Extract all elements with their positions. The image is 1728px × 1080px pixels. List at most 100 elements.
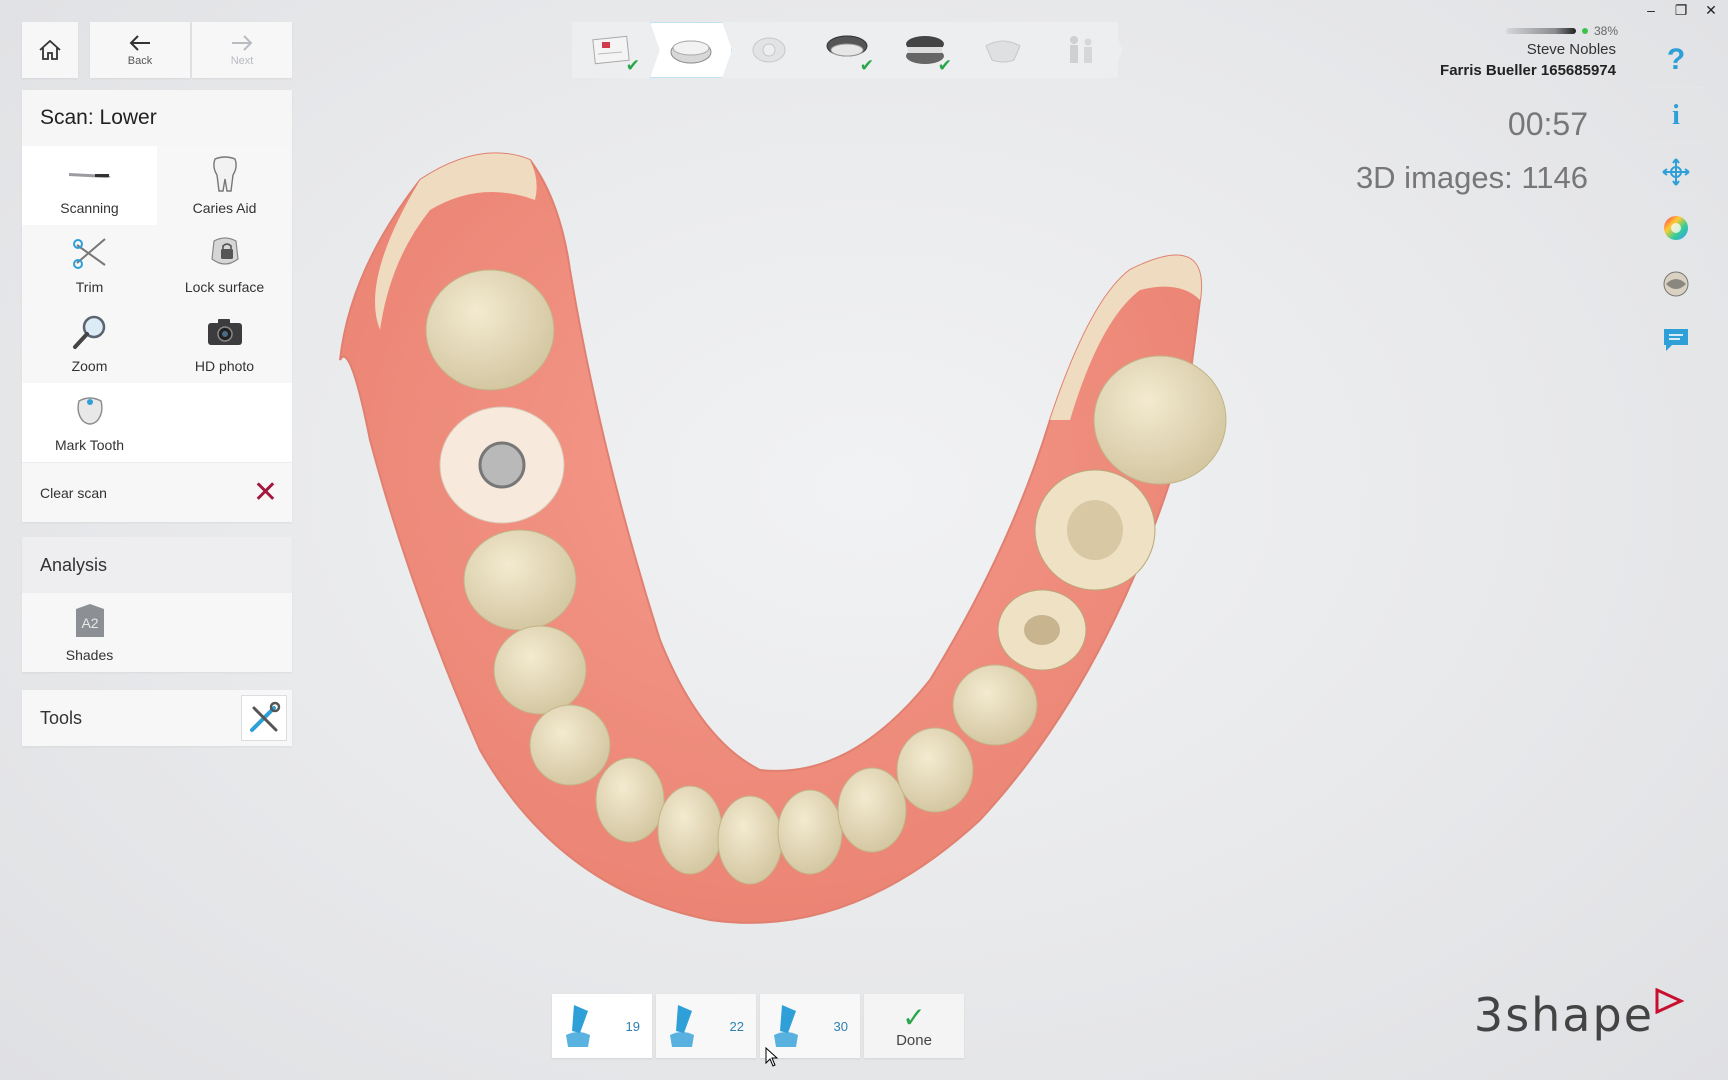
3d-viewport[interactable]: [330, 120, 1350, 1000]
check-icon: ✔: [625, 56, 640, 75]
people-icon: [1070, 36, 1092, 63]
mark-tooth-icon: [76, 397, 103, 425]
logo-triangle-icon: [1655, 988, 1684, 1014]
arrow-right-icon: [232, 35, 253, 51]
home-button[interactable]: [22, 22, 78, 78]
tools-button[interactable]: [241, 695, 287, 741]
workflow-step-post-processing[interactable]: [962, 22, 1044, 78]
tooth-texture-icon: [1663, 271, 1689, 296]
tool-trim-label: Trim: [75, 279, 104, 295]
help-button[interactable]: ?: [1646, 32, 1706, 88]
scan-segment-count: 19: [625, 1018, 640, 1034]
tool-caries-aid[interactable]: Caries Aid: [157, 146, 292, 225]
check-icon: ✓: [902, 1001, 926, 1033]
wrench-screwdriver-icon: [250, 701, 281, 732]
comment-button[interactable]: [1646, 312, 1706, 368]
back-button[interactable]: Back: [90, 22, 190, 78]
workflow-step-lower-scan[interactable]: [650, 22, 732, 78]
scan-segment-count: 22: [729, 1018, 744, 1034]
minimize-button[interactable]: –: [1642, 2, 1660, 19]
scanner-wand-icon: [68, 173, 111, 178]
tool-hd-photo-label: HD photo: [194, 358, 255, 374]
scan-panel: Scan: Lower Scanning Caries Aid Trim Loc…: [22, 90, 292, 522]
workflow-step-send[interactable]: [1040, 22, 1122, 78]
view-center-button[interactable]: [1646, 144, 1706, 200]
workflow-step-order[interactable]: ✔: [572, 22, 654, 78]
workflow-steps: ✔ ✔ ✔: [572, 22, 1122, 78]
info-button[interactable]: i: [1646, 88, 1706, 144]
tool-zoom-label: Zoom: [71, 358, 108, 374]
logo-text: 3shape: [1473, 988, 1654, 1042]
patient-info: Farris Bueller 165685974: [1440, 62, 1616, 79]
done-button[interactable]: ✓ Done: [864, 994, 964, 1058]
tool-shades[interactable]: A2 Shades: [22, 593, 157, 672]
restore-button[interactable]: ❐: [1672, 2, 1690, 19]
next-label: Next: [230, 55, 254, 67]
model-icon: [985, 40, 1021, 63]
scan-timer: 00:57: [1507, 106, 1588, 142]
color-toggle-button[interactable]: [1646, 200, 1706, 256]
window-controls: – ❐ ✕: [1642, 2, 1720, 19]
right-toolbar: ? i: [1646, 32, 1706, 368]
preparation-icon: [752, 37, 786, 63]
workflow-step-upper-scan[interactable]: ✔: [806, 22, 888, 78]
navigation-bar: Back Next: [22, 22, 292, 78]
analysis-panel: Analysis A2 Shades: [22, 537, 292, 672]
battery-level: 38%: [1593, 24, 1618, 38]
next-button[interactable]: Next: [192, 22, 292, 78]
shade-tab-icon: A2: [75, 604, 104, 637]
empty-tool-slot: [157, 383, 292, 462]
scanner-tip-icon: [774, 1005, 798, 1047]
scan-tools-grid: Scanning Caries Aid Trim Lock surface Zo…: [22, 146, 292, 462]
tool-trim[interactable]: Trim: [22, 225, 157, 304]
lower-jaw-icon: [670, 40, 712, 64]
tool-lock-surface[interactable]: Lock surface: [157, 225, 292, 304]
tools-row: Tools: [22, 690, 292, 746]
tooth-icon: [212, 156, 237, 192]
tool-hd-photo[interactable]: HD photo: [157, 304, 292, 383]
scan-segment-count: 30: [833, 1018, 848, 1034]
tool-caries-aid-label: Caries Aid: [192, 200, 257, 216]
magnifier-icon: [72, 315, 105, 349]
user-name: Steve Nobles: [1526, 41, 1616, 58]
tool-lock-surface-label: Lock surface: [184, 279, 265, 295]
tool-scanning[interactable]: Scanning: [22, 146, 157, 225]
texture-toggle-button[interactable]: [1646, 256, 1706, 312]
comment-icon: [1664, 328, 1688, 351]
tool-zoom[interactable]: Zoom: [22, 304, 157, 383]
tool-mark-tooth-label: Mark Tooth: [55, 437, 124, 453]
scan-strategy-bar: 19 22 30 ✓ Done: [552, 994, 964, 1058]
tools-title: Tools: [40, 707, 83, 728]
analysis-title: Analysis: [22, 537, 292, 593]
tool-mark-tooth[interactable]: Mark Tooth: [22, 383, 157, 462]
analysis-tools-grid: A2 Shades: [22, 593, 292, 672]
workflow-step-preparation[interactable]: [728, 22, 810, 78]
lock-surface-icon: [210, 237, 239, 265]
scan-segment-button[interactable]: 19: [552, 994, 652, 1058]
check-icon: ✔: [859, 56, 874, 75]
scanner-icon: [1505, 28, 1576, 34]
workflow-step-bite-scan[interactable]: ✔: [884, 22, 966, 78]
check-icon: ✔: [937, 56, 952, 75]
arrow-left-icon: [129, 35, 150, 51]
home-icon: [39, 39, 61, 60]
tools-panel: Tools: [22, 690, 292, 746]
question-mark-icon: ?: [1666, 42, 1686, 76]
close-x-icon[interactable]: ✕: [253, 477, 278, 508]
scanner-tip-icon: [566, 1005, 590, 1047]
color-wheel-icon: [1664, 215, 1688, 240]
brand-logo: 3shape: [1474, 988, 1684, 1042]
close-button[interactable]: ✕: [1702, 2, 1720, 19]
image-count: 3D images: 1146: [1355, 160, 1588, 195]
back-label: Back: [127, 55, 153, 67]
clear-scan-row[interactable]: Clear scan ✕: [22, 462, 292, 522]
lower-jaw-scan-model[interactable]: [330, 120, 1350, 1000]
scissors-icon: [72, 238, 106, 269]
done-label: Done: [896, 1031, 932, 1049]
scanner-status: 38%: [1505, 24, 1618, 38]
mouse-cursor-icon: [765, 1047, 779, 1067]
tool-shades-label: Shades: [65, 647, 114, 663]
scan-segment-button[interactable]: 22: [656, 994, 756, 1058]
scan-panel-title: Scan: Lower: [22, 90, 292, 146]
clear-scan-label: Clear scan: [40, 484, 107, 501]
